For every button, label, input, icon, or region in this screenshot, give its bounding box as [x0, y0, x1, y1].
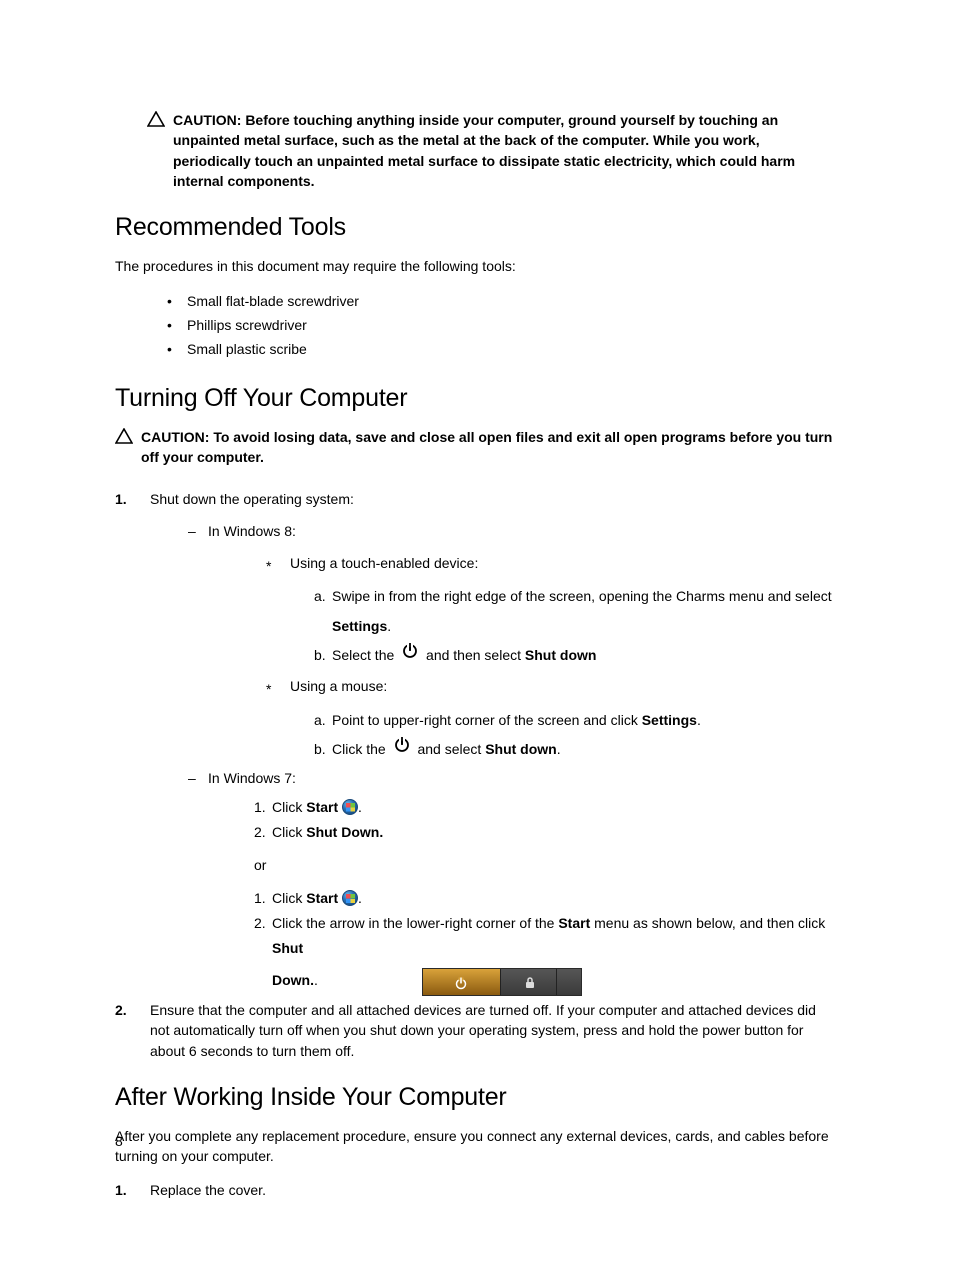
touch-steps: a. Swipe in from the right edge of the s… — [290, 582, 839, 671]
lock-segment — [505, 969, 557, 995]
step-letter: b. — [314, 641, 326, 670]
caution-triangle-icon — [115, 428, 133, 447]
tool-item: Small flat-blade screwdriver — [167, 290, 839, 314]
input-method-list: Using a touch-enabled device: a. Swipe i… — [208, 550, 839, 765]
step-number: 1. — [115, 1180, 127, 1200]
step-number: 1. — [254, 886, 266, 911]
step-1: 1. Shut down the operating system: In Wi… — [115, 489, 839, 993]
os-label: In Windows 8: — [208, 523, 296, 539]
shutdown-button-image — [422, 968, 582, 996]
caution-block-data-loss: CAUTION: To avoid losing data, save and … — [115, 427, 839, 468]
touch-step-a: a. Swipe in from the right edge of the s… — [314, 582, 839, 641]
mouse-step-a: a. Point to upper-right corner of the sc… — [314, 706, 839, 735]
caution-text: CAUTION: Before touching anything inside… — [173, 110, 839, 191]
tool-item: Small plastic scribe — [167, 338, 839, 362]
step-number: 2. — [254, 911, 266, 936]
heading-after-working: After Working Inside Your Computer — [115, 1083, 839, 1112]
os-list: In Windows 8: Using a touch-enabled devi… — [150, 520, 839, 994]
after-intro: After you complete any replacement proce… — [115, 1126, 839, 1167]
power-segment — [423, 969, 501, 995]
step-text: Replace the cover. — [150, 1182, 266, 1198]
step-number: 2. — [115, 1000, 127, 1020]
after-step-1: 1. Replace the cover. — [115, 1180, 839, 1200]
or-separator: or — [254, 855, 839, 876]
method-label: Using a mouse: — [290, 678, 387, 694]
mouse-steps: a. Point to upper-right corner of the sc… — [290, 706, 839, 765]
tools-list: Small flat-blade screwdriver Phillips sc… — [115, 290, 839, 361]
step-letter: a. — [314, 582, 326, 611]
win7-step-1: 1. Click Start . — [254, 795, 839, 820]
tools-intro: The procedures in this document may requ… — [115, 256, 839, 276]
mouse: Using a mouse: a. Point to upper-right c… — [266, 673, 839, 765]
touch-step-b: b. Select the and then select Shut down — [314, 641, 839, 671]
step-2: 2. Ensure that the computer and all atta… — [115, 1000, 839, 1061]
step-number: 1. — [115, 489, 127, 509]
step-text: Ensure that the computer and all attache… — [150, 1002, 816, 1059]
win7-step-2: 2. Click Shut Down. — [254, 820, 839, 845]
win7b-step-1: 1. Click Start . — [254, 886, 839, 911]
after-steps: 1. Replace the cover. — [115, 1180, 839, 1200]
step-text: Shut down the operating system: — [150, 491, 354, 507]
step-number: 2. — [254, 820, 266, 845]
tool-item: Phillips screwdriver — [167, 314, 839, 338]
touch-device: Using a touch-enabled device: a. Swipe i… — [266, 550, 839, 671]
method-label: Using a touch-enabled device: — [290, 555, 478, 571]
step-letter: a. — [314, 706, 326, 735]
document-page: CAUTION: Before touching anything inside… — [0, 0, 954, 1269]
mouse-step-b: b. Click the and select Shut down. — [314, 735, 839, 765]
os-windows-8: In Windows 8: Using a touch-enabled devi… — [188, 520, 839, 765]
step-letter: b. — [314, 735, 326, 764]
power-icon — [393, 734, 411, 763]
os-label: In Windows 7: — [208, 770, 296, 786]
win7-steps-a: 1. Click Start . 2. Click Shut Down. — [208, 795, 839, 845]
page-number: 8 — [115, 1133, 123, 1149]
caution-text: CAUTION: To avoid losing data, save and … — [141, 427, 839, 468]
win7-steps-b: 1. Click Start . 2. Click the arrow in t… — [208, 886, 839, 994]
power-icon — [401, 640, 419, 669]
windows-start-orb-icon — [342, 890, 358, 906]
caution-block-grounding: CAUTION: Before touching anything inside… — [115, 110, 839, 191]
down-bold: Down. — [272, 972, 314, 988]
heading-turning-off: Turning Off Your Computer — [115, 384, 839, 413]
os-windows-7: In Windows 7: 1. Click Start . 2. Click … — [188, 767, 839, 994]
win7b-step-2: 2. Click the arrow in the lower-right co… — [254, 911, 839, 994]
turnoff-steps: 1. Shut down the operating system: In Wi… — [115, 489, 839, 1060]
heading-recommended-tools: Recommended Tools — [115, 213, 839, 242]
shut-bold: Shut — [272, 940, 303, 956]
caution-triangle-icon — [147, 111, 165, 130]
step-number: 1. — [254, 795, 266, 820]
windows-start-orb-icon — [342, 799, 358, 815]
